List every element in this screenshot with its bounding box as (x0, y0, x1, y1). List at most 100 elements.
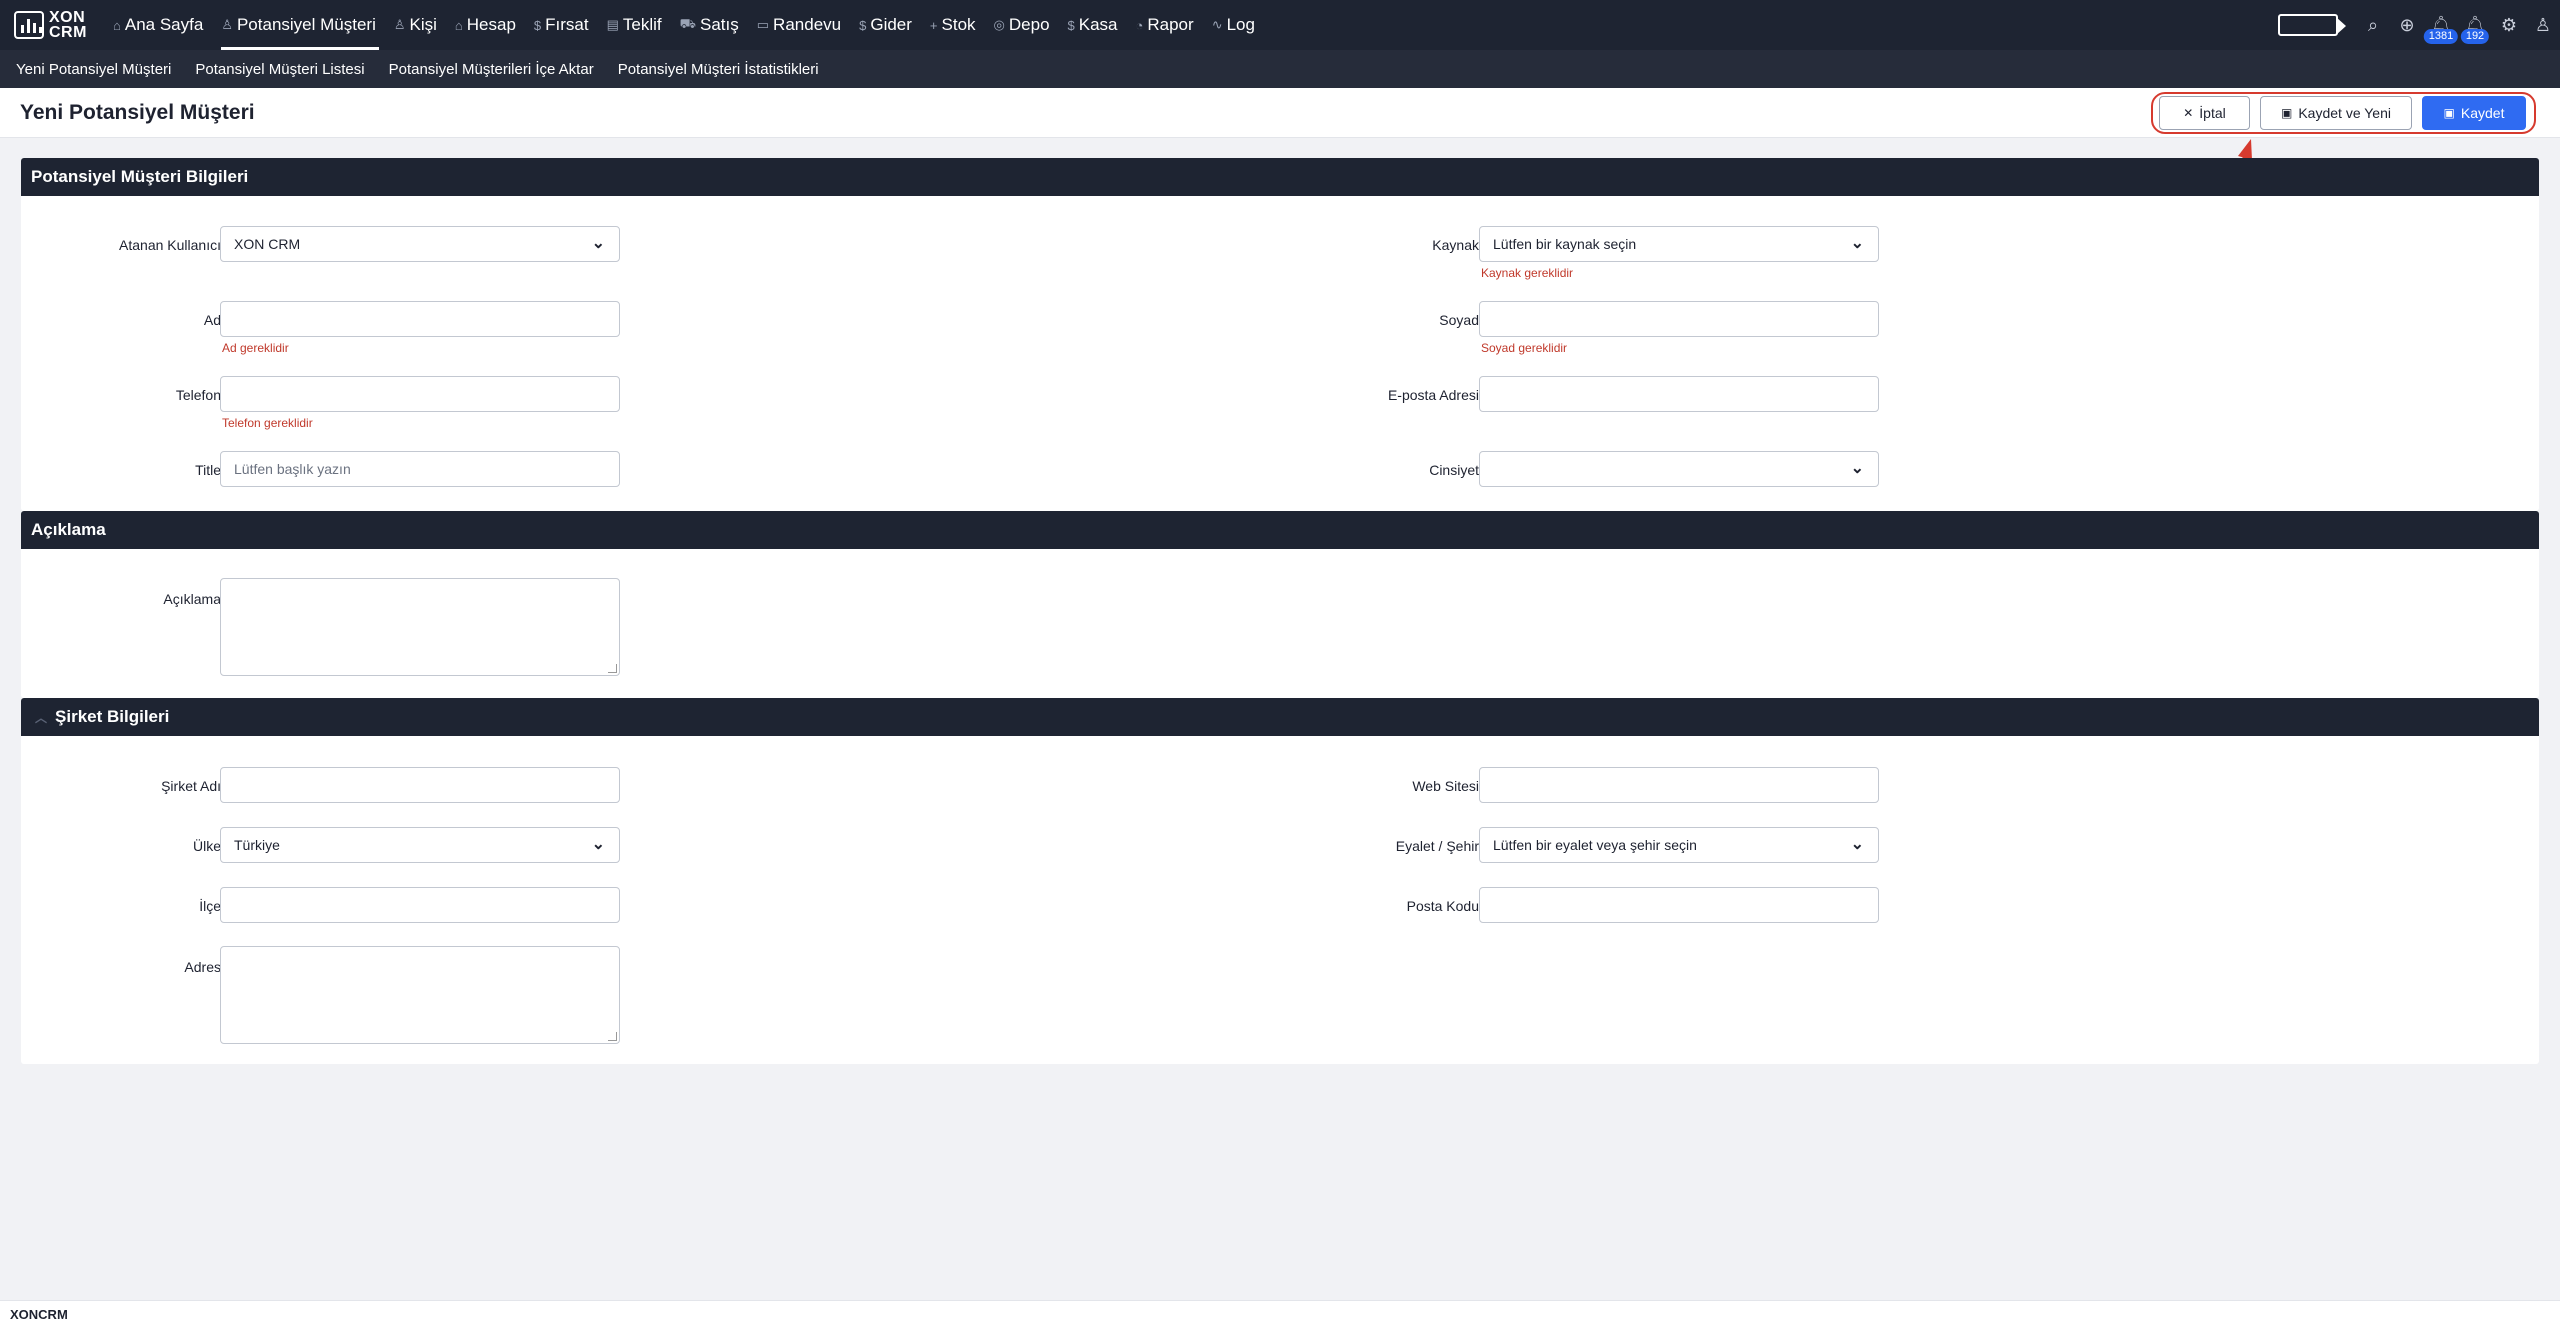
nav-item-label: Teklif (622, 15, 662, 34)
notification-bell-icon[interactable]: 🔔︎ 1381 (2423, 0, 2459, 50)
source-error: Kaynak gereklidir (1481, 266, 1574, 280)
phone-error: Telefon gereklidir (222, 416, 313, 430)
nav-item-label: Gider (870, 15, 912, 34)
company-name-label: Şirket Adı (161, 778, 221, 794)
nav-item-7[interactable]: ▭ Randevu (748, 0, 850, 50)
nav-item-label: Rapor (1147, 15, 1194, 34)
floppy-icon: ▣ (2281, 106, 2293, 120)
flag-indicator[interactable] (2278, 14, 2346, 36)
dollar-icon: $ (1067, 17, 1075, 33)
first-name-label: Ad (203, 312, 221, 328)
email-input[interactable] (1479, 376, 1879, 412)
nav-item-13[interactable]: ∿ Log (1203, 0, 1264, 50)
user-profile-icon[interactable]: ♙ (2526, 0, 2560, 50)
source-select[interactable]: Lütfen bir kaynak seçin (1479, 226, 1879, 262)
description-label: Açıklama (163, 591, 221, 607)
state-select[interactable]: Lütfen bir eyalet veya şehir seçin (1479, 827, 1879, 863)
lead-info-section: Potansiyel Müşteri Bilgileri Atanan Kull… (21, 158, 2539, 511)
footer-brand: XONCRM (10, 1307, 68, 1322)
plus-icon: + (929, 17, 938, 33)
add-circle-icon[interactable]: ⊕ (2390, 0, 2424, 50)
save-and-new-button[interactable]: ▣ Kaydet ve Yeni (2260, 96, 2412, 130)
section-header: ︿ Şirket Bilgileri (21, 698, 2539, 736)
nav-item-9[interactable]: + Stok (921, 0, 985, 50)
activity-icon: ∿ (1211, 17, 1223, 32)
postal-code-label: Posta Kodu (1406, 898, 1479, 914)
address-textarea[interactable] (220, 946, 620, 1044)
reminder-bell-icon[interactable]: 🔔︎ 192 (2458, 0, 2492, 50)
user-icon: ♙ (221, 17, 233, 32)
nav-item-label: Satış (700, 15, 739, 34)
section-header: Açıklama (21, 511, 2539, 549)
nav-item-label: Stok (941, 15, 976, 34)
company-section: ︿ Şirket Bilgileri Şirket Adı Web Sitesi … (21, 698, 2539, 1064)
gender-label: Cinsiyet (1429, 462, 1479, 478)
nav-item-6[interactable]: ⛟ Satış (671, 0, 748, 50)
country-select[interactable]: Türkiye (220, 827, 620, 863)
nav-item-12[interactable]: ◔ Rapor (1127, 0, 1203, 50)
phone-input[interactable] (220, 376, 620, 412)
nav-item-label: Kasa (1078, 15, 1118, 34)
section-header: Potansiyel Müşteri Bilgileri (21, 158, 2539, 196)
close-icon: ✕ (2183, 106, 2194, 120)
assigned-user-label: Atanan Kullanıcı (119, 237, 221, 253)
nav-item-0[interactable]: ⌂ Ana Sayfa (104, 0, 212, 50)
company-name-input[interactable] (220, 767, 620, 803)
gear-icon[interactable]: ⚙ (2492, 0, 2526, 50)
subnav-import-leads[interactable]: Potansiyel Müşterileri İçe Aktar (389, 61, 594, 78)
nav-item-10[interactable]: ◎ Depo (985, 0, 1059, 50)
cart-icon: ⛟ (679, 16, 696, 31)
first-name-input[interactable] (220, 301, 620, 337)
title-input[interactable]: Lütfen başlık yazın (220, 451, 620, 487)
cancel-button[interactable]: ✕ İptal (2159, 96, 2250, 130)
nav-item-2[interactable]: ♙ Kişi (385, 0, 446, 50)
collapse-chevron-icon[interactable]: ︿ (35, 709, 47, 726)
nav-item-11[interactable]: $ Kasa (1059, 0, 1127, 50)
website-input[interactable] (1479, 767, 1879, 803)
subnav-lead-stats[interactable]: Potansiyel Müşteri İstatistikleri (618, 61, 819, 78)
nav-item-label: Potansiyel Müşteri (236, 15, 376, 34)
website-label: Web Sitesi (1412, 778, 1479, 794)
nav-item-1[interactable]: ♙ Potansiyel Müşteri (212, 0, 385, 50)
calendar-icon: ▭ (756, 17, 770, 32)
logo-text-bottom: CRM (49, 24, 87, 41)
dollar-icon: $ (533, 17, 542, 33)
state-label: Eyalet / Şehir (1395, 838, 1479, 854)
phone-label: Telefon (175, 387, 221, 403)
postal-code-input[interactable] (1479, 887, 1879, 923)
last-name-input[interactable] (1479, 301, 1879, 337)
nav-item-label: Fırsat (545, 15, 589, 34)
nav-item-label: Ana Sayfa (124, 15, 204, 34)
logo-mark-icon (14, 11, 44, 39)
main-nav: ⌂ Ana Sayfa ♙ Potansiyel Müşteri ♙ Kişi ⌂ Hesap… (104, 0, 1264, 50)
logo[interactable]: XON CRM (14, 9, 104, 41)
reminder-badge: 192 (2460, 29, 2490, 44)
description-textarea[interactable] (220, 578, 620, 676)
sub-navbar: Yeni Potansiyel Müşteri Potansiyel Müşte… (0, 50, 2560, 88)
logo-text-top: XON (49, 9, 86, 26)
home-icon: ⌂ (113, 17, 121, 33)
nav-item-5[interactable]: ▤ Teklif (598, 0, 671, 50)
description-section: Açıklama Açıklama (21, 511, 2539, 698)
building-icon: ⌂ (454, 17, 463, 33)
nav-item-4[interactable]: $ Fırsat (525, 0, 598, 50)
nav-item-8[interactable]: $ Gider (850, 0, 921, 50)
page-title: Yeni Potansiyel Müşteri (20, 100, 255, 124)
users-icon: ♙ (393, 17, 406, 32)
search-icon[interactable]: ⌕ (2356, 0, 2390, 50)
nav-item-label: Hesap (466, 15, 516, 34)
gender-select[interactable] (1479, 451, 1879, 487)
save-button[interactable]: ▣ Kaydet (2422, 96, 2526, 130)
subnav-new-lead[interactable]: Yeni Potansiyel Müşteri (16, 61, 171, 78)
subnav-lead-list[interactable]: Potansiyel Müşteri Listesi (195, 61, 364, 78)
action-buttons-highlight: ✕ İptal ▣ Kaydet ve Yeni ▣ Kaydet (2151, 92, 2536, 134)
navbar-right: ⌕ ⊕ 🔔︎ 1381 🔔︎ 192 ⚙ ♙ (2278, 0, 2560, 50)
assigned-user-select[interactable]: XON CRM (220, 226, 620, 262)
district-label: İlçe (199, 898, 221, 914)
district-input[interactable] (220, 887, 620, 923)
nav-item-3[interactable]: ⌂ Hesap (446, 0, 525, 50)
box-icon: ◎ (993, 17, 1005, 32)
last-name-error: Soyad gereklidir (1481, 341, 1568, 355)
top-navbar: XON CRM ⌂ Ana Sayfa ♙ Potansiyel Müşteri ♙ Kiş… (0, 0, 2560, 50)
dollar-icon: $ (859, 17, 867, 33)
